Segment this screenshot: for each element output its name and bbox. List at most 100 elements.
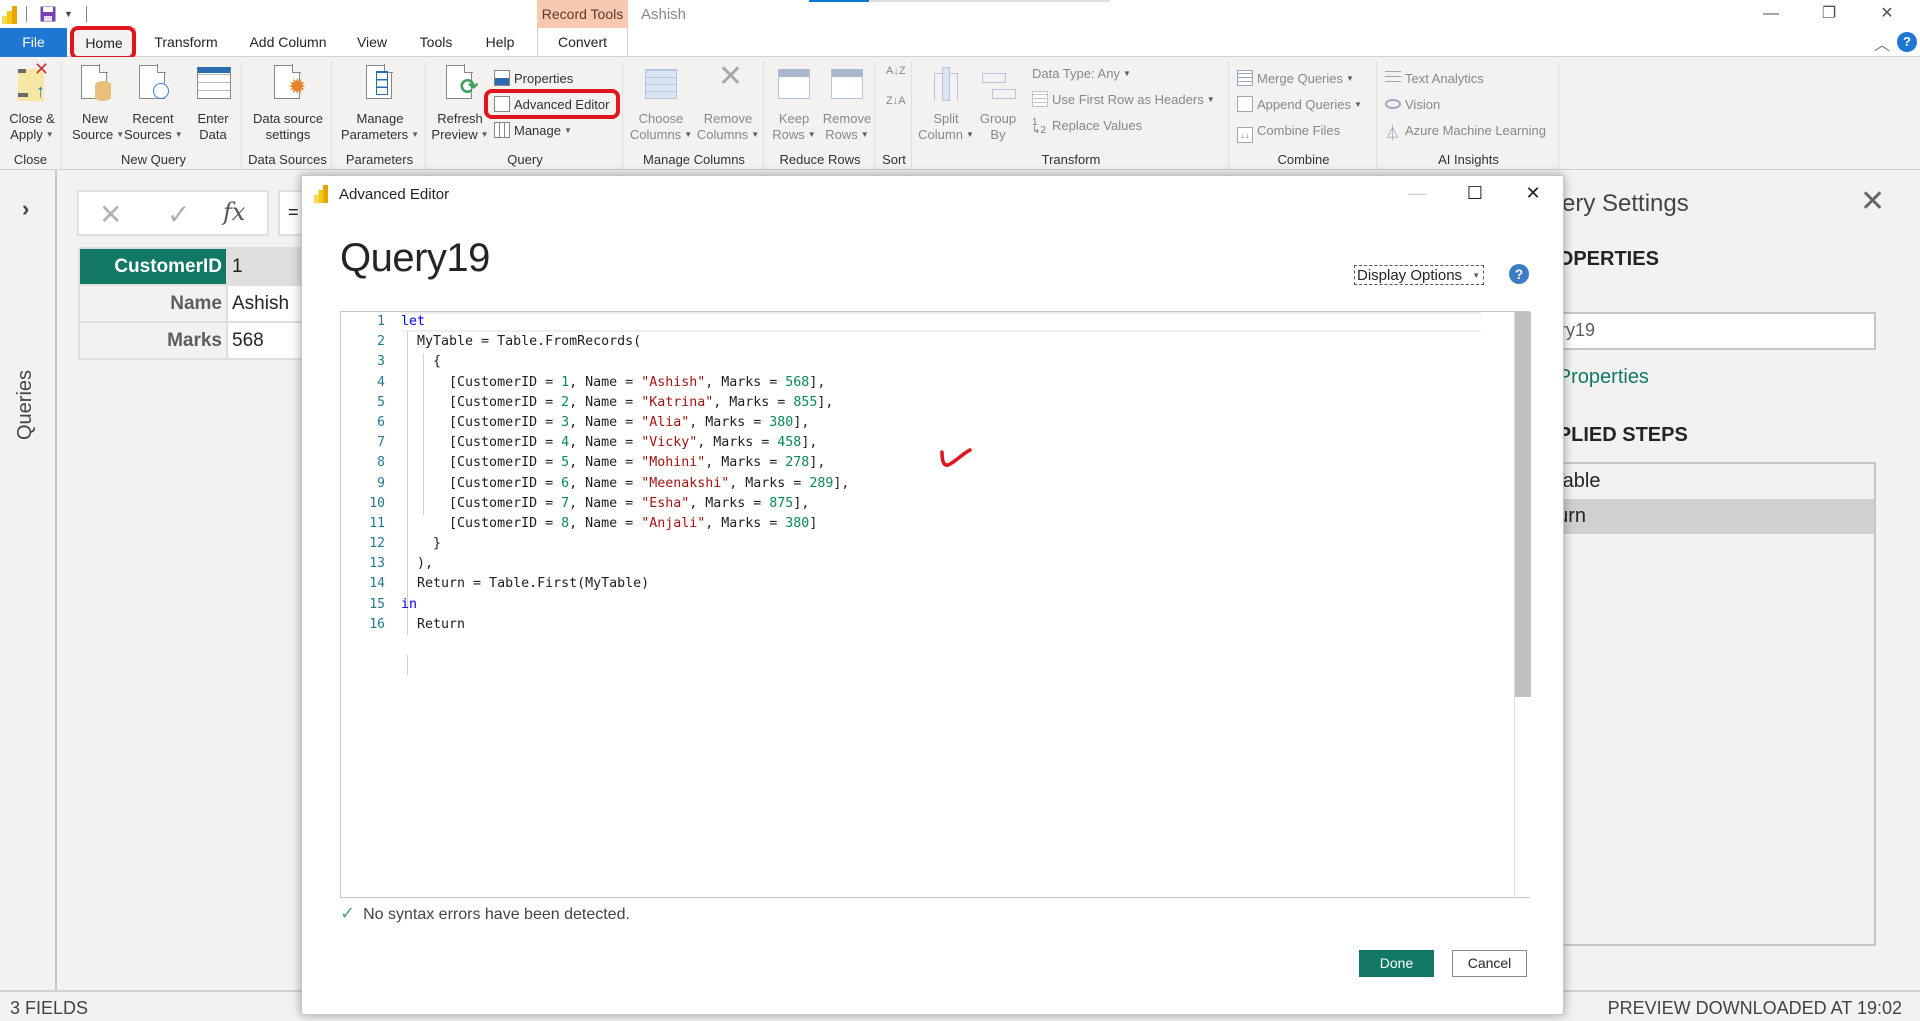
data-source-settings-button[interactable]: ✹ Data source settings [248, 64, 328, 143]
code-line[interactable]: } [401, 534, 1481, 554]
tab-help[interactable]: Help [476, 28, 524, 57]
code-line[interactable]: [CustomerID = 3, Name = "Alia", Marks = … [401, 413, 1481, 433]
query-name-input[interactable]: Query19 [1520, 312, 1876, 350]
keep-rows-button[interactable]: Keep Rows ▼ [768, 65, 820, 143]
chevron-down-icon: ▼ [480, 130, 489, 139]
vision-button[interactable]: Vision [1385, 94, 1440, 116]
remove-rows-icon [829, 65, 865, 105]
append-queries-button[interactable]: Append Queries ▼ [1237, 94, 1362, 116]
text-analytics-button[interactable]: Text Analytics [1385, 68, 1484, 90]
close-window-button[interactable]: ✕ [1863, 0, 1911, 28]
remove-rows-button[interactable]: Remove Rows ▼ [820, 65, 874, 143]
record-field-name[interactable]: Name [78, 284, 228, 323]
remove-columns-button[interactable]: ✕ Remove Columns ▼ [695, 62, 761, 143]
code-keyword: let [401, 314, 426, 329]
refresh-preview-button[interactable]: ⟳ Refresh Preview ▼ [430, 64, 490, 143]
group-by-label-2: By [990, 127, 1006, 142]
tab-file[interactable]: File [0, 28, 67, 57]
manage-parameters-label: Manage [356, 111, 404, 126]
record-field-value[interactable]: Ashish [226, 284, 308, 323]
tab-view[interactable]: View [350, 28, 394, 57]
query-name-heading: Query19 [340, 236, 490, 280]
dialog-minimize-button[interactable]: — [1394, 178, 1440, 208]
code-line[interactable]: in [401, 595, 1481, 615]
properties-button[interactable]: Properties [494, 68, 573, 90]
replace-values-button[interactable]: 1 ↳2 Replace Values [1032, 115, 1142, 137]
syntax-status: ✓ No syntax errors have been detected. [340, 903, 630, 924]
qat-customize-dropdown-icon[interactable]: ▼ [64, 9, 73, 19]
record-row: CustomerID 1 [78, 247, 308, 286]
display-options-dropdown[interactable]: Display Options ▼ [1354, 265, 1484, 285]
code-line[interactable]: [CustomerID = 8, Name = "Anjali", Marks … [401, 514, 1481, 534]
expand-queries-chevron-icon[interactable]: › [22, 196, 29, 222]
help-icon[interactable]: ? [1897, 32, 1917, 52]
use-first-row-as-headers-button[interactable]: Use First Row as Headers ▼ [1032, 89, 1215, 111]
code-line[interactable]: [CustomerID = 7, Name = "Esha", Marks = … [401, 494, 1481, 514]
queries-pane-label[interactable]: Queries [14, 370, 37, 440]
applied-step-item[interactable]: Return [1522, 499, 1874, 534]
code-line[interactable]: MyTable = Table.FromRecords( [401, 332, 1481, 352]
tab-transform[interactable]: Transform [146, 28, 226, 57]
code-line[interactable]: Return = Table.First(MyTable) [401, 574, 1481, 594]
record-field-name[interactable]: Marks [78, 321, 228, 360]
code-line[interactable]: [CustomerID = 2, Name = "Katrina", Marks… [401, 393, 1481, 413]
restore-button[interactable]: ❐ [1805, 0, 1853, 28]
code-editor[interactable]: 1 2 3 4 5 6 7 8 9 10 11 12 13 14 15 16 let MyTable = Ta… [340, 311, 1531, 898]
choose-columns-label: Choose [638, 111, 684, 126]
data-type-dropdown[interactable]: Data Type: Any ▼ [1032, 63, 1131, 85]
applied-step-item[interactable]: MyTable [1522, 464, 1874, 499]
record-field-value[interactable]: 568 [226, 321, 308, 360]
close-settings-icon[interactable]: ✕ [1860, 184, 1885, 219]
enter-data-button[interactable]: Enter Data [188, 65, 238, 143]
recent-sources-button[interactable]: Recent Sources ▼ [124, 64, 183, 143]
code-text: , Marks = [713, 394, 794, 410]
tab-convert[interactable]: Convert [537, 28, 628, 57]
scrollbar-thumb[interactable] [1515, 312, 1531, 697]
save-icon[interactable] [40, 6, 56, 22]
manage-parameters-button[interactable]: Manage Parameters ▼ [338, 64, 422, 143]
code-line[interactable]: [CustomerID = 1, Name = "Ashish", Marks … [401, 373, 1481, 393]
merge-queries-button[interactable]: Merge Queries ▼ [1237, 68, 1354, 90]
manage-button[interactable]: Manage ▼ [494, 120, 572, 142]
split-column-icon [928, 65, 964, 105]
dialog-help-icon[interactable]: ? [1509, 264, 1529, 284]
code-line[interactable]: ), [401, 554, 1481, 574]
code-number: 875 [769, 495, 794, 511]
code-text: , Name = [569, 495, 642, 511]
editor-vertical-scrollbar[interactable] [1514, 312, 1531, 897]
combine-files-button[interactable]: ↓↓ Combine Files [1237, 120, 1340, 143]
tab-add-column[interactable]: Add Column [244, 28, 332, 57]
ribbon: ✕ ↑ Close & Apply ▼ Close New Source ▼ Rec… [0, 57, 1920, 170]
sort-ascending-button[interactable]: A↓Z [886, 65, 906, 87]
cancel-formula-icon[interactable]: ✕ [99, 198, 122, 231]
code-line[interactable]: let [401, 312, 1481, 333]
code-line[interactable]: [CustomerID = 6, Name = "Meenakshi", Mar… [401, 474, 1481, 494]
dialog-maximize-button[interactable]: ☐ [1452, 178, 1498, 208]
commit-formula-icon[interactable]: ✓ [167, 198, 190, 231]
cancel-button[interactable]: Cancel [1452, 950, 1527, 977]
code-content[interactable]: let MyTable = Table.FromRecords( { [Cust… [401, 312, 1481, 635]
azure-machine-learning-button[interactable]: ⏃ Azure Machine Learning [1385, 120, 1546, 142]
tab-tools[interactable]: Tools [412, 28, 460, 57]
checkmark-icon: ✓ [340, 903, 356, 923]
code-number: 5 [561, 455, 570, 471]
close-apply-button[interactable]: ✕ ↑ Close & Apply ▼ [4, 60, 60, 143]
code-line[interactable]: Return [401, 615, 1481, 635]
record-field-value[interactable]: 1 [226, 247, 308, 286]
ribbon-group-reduce-rows: Keep Rows ▼ Remove Rows ▼ Reduce Rows [766, 61, 875, 169]
choose-columns-button[interactable]: Choose Columns ▼ [629, 65, 693, 143]
minimize-button[interactable]: — [1747, 0, 1795, 28]
collapse-ribbon-icon[interactable]: ︿ [1874, 31, 1890, 55]
done-button[interactable]: Done [1359, 950, 1434, 977]
sort-descending-button[interactable]: Z↓A [886, 95, 906, 117]
dialog-close-button[interactable]: ✕ [1510, 178, 1556, 208]
new-source-label: New [81, 111, 108, 126]
record-field-name[interactable]: CustomerID [78, 247, 228, 286]
group-by-button[interactable]: Group By [976, 65, 1020, 143]
line-number: 10 [369, 495, 385, 511]
code-line[interactable]: { [401, 352, 1481, 372]
new-source-button[interactable]: New Source ▼ [72, 64, 124, 143]
split-column-button[interactable]: Split Column ▼ [918, 65, 974, 143]
qat-separator [26, 6, 27, 22]
fx-icon[interactable]: fx [223, 198, 245, 226]
